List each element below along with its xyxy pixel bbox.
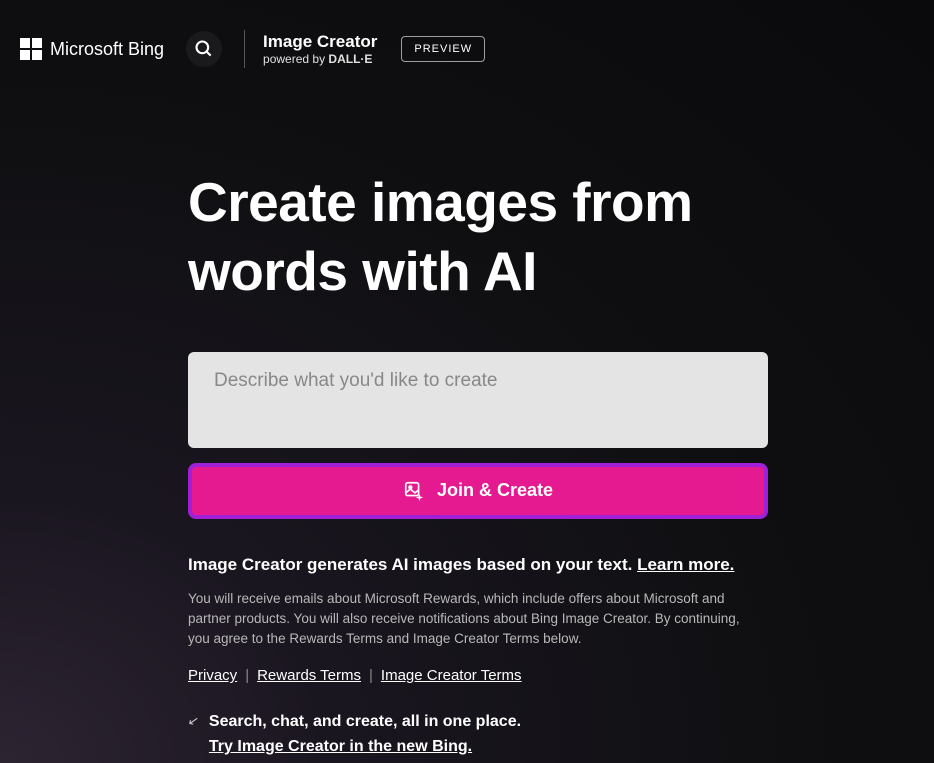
search-icon: [194, 39, 214, 59]
search-button[interactable]: [186, 31, 222, 67]
disclaimer-text: You will receive emails about Microsoft …: [188, 589, 748, 650]
main-content: Create images from words with AI Join & …: [0, 88, 770, 760]
cta-label: Join & Create: [437, 480, 553, 501]
image-creator-terms-link[interactable]: Image Creator Terms: [381, 667, 522, 684]
learn-more-link[interactable]: Learn more.: [637, 555, 734, 574]
legal-links: Privacy | Rewards Terms | Image Creator …: [188, 667, 770, 684]
promo-block: ↘ Search, chat, and create, all in one p…: [188, 710, 770, 760]
product-title-block: Image Creator powered by DALL·E: [263, 32, 377, 67]
product-title: Image Creator: [263, 32, 377, 52]
join-create-button[interactable]: Join & Create: [188, 463, 768, 519]
promo-text: Search, chat, and create, all in one pla…: [209, 710, 521, 760]
rewards-terms-link[interactable]: Rewards Terms: [257, 667, 361, 684]
divider: |: [245, 667, 249, 684]
preview-badge: PREVIEW: [401, 36, 485, 62]
page-header: Microsoft Bing Image Creator powered by …: [0, 0, 934, 88]
prompt-input[interactable]: [188, 352, 768, 448]
microsoft-bing-logo[interactable]: Microsoft Bing: [20, 38, 164, 60]
header-divider: [244, 30, 245, 68]
powered-by-label: powered by DALL·E: [263, 52, 377, 66]
arrow-icon: ↘: [187, 712, 201, 730]
privacy-link[interactable]: Privacy: [188, 667, 237, 684]
brand-text: Microsoft Bing: [50, 39, 164, 60]
try-new-bing-link[interactable]: Try Image Creator in the new Bing.: [209, 738, 472, 755]
image-sparkle-icon: [403, 480, 425, 502]
tagline: Image Creator generates AI images based …: [188, 555, 770, 575]
divider: |: [369, 667, 373, 684]
microsoft-logo-icon: [20, 38, 42, 60]
hero-title: Create images from words with AI: [188, 168, 770, 306]
